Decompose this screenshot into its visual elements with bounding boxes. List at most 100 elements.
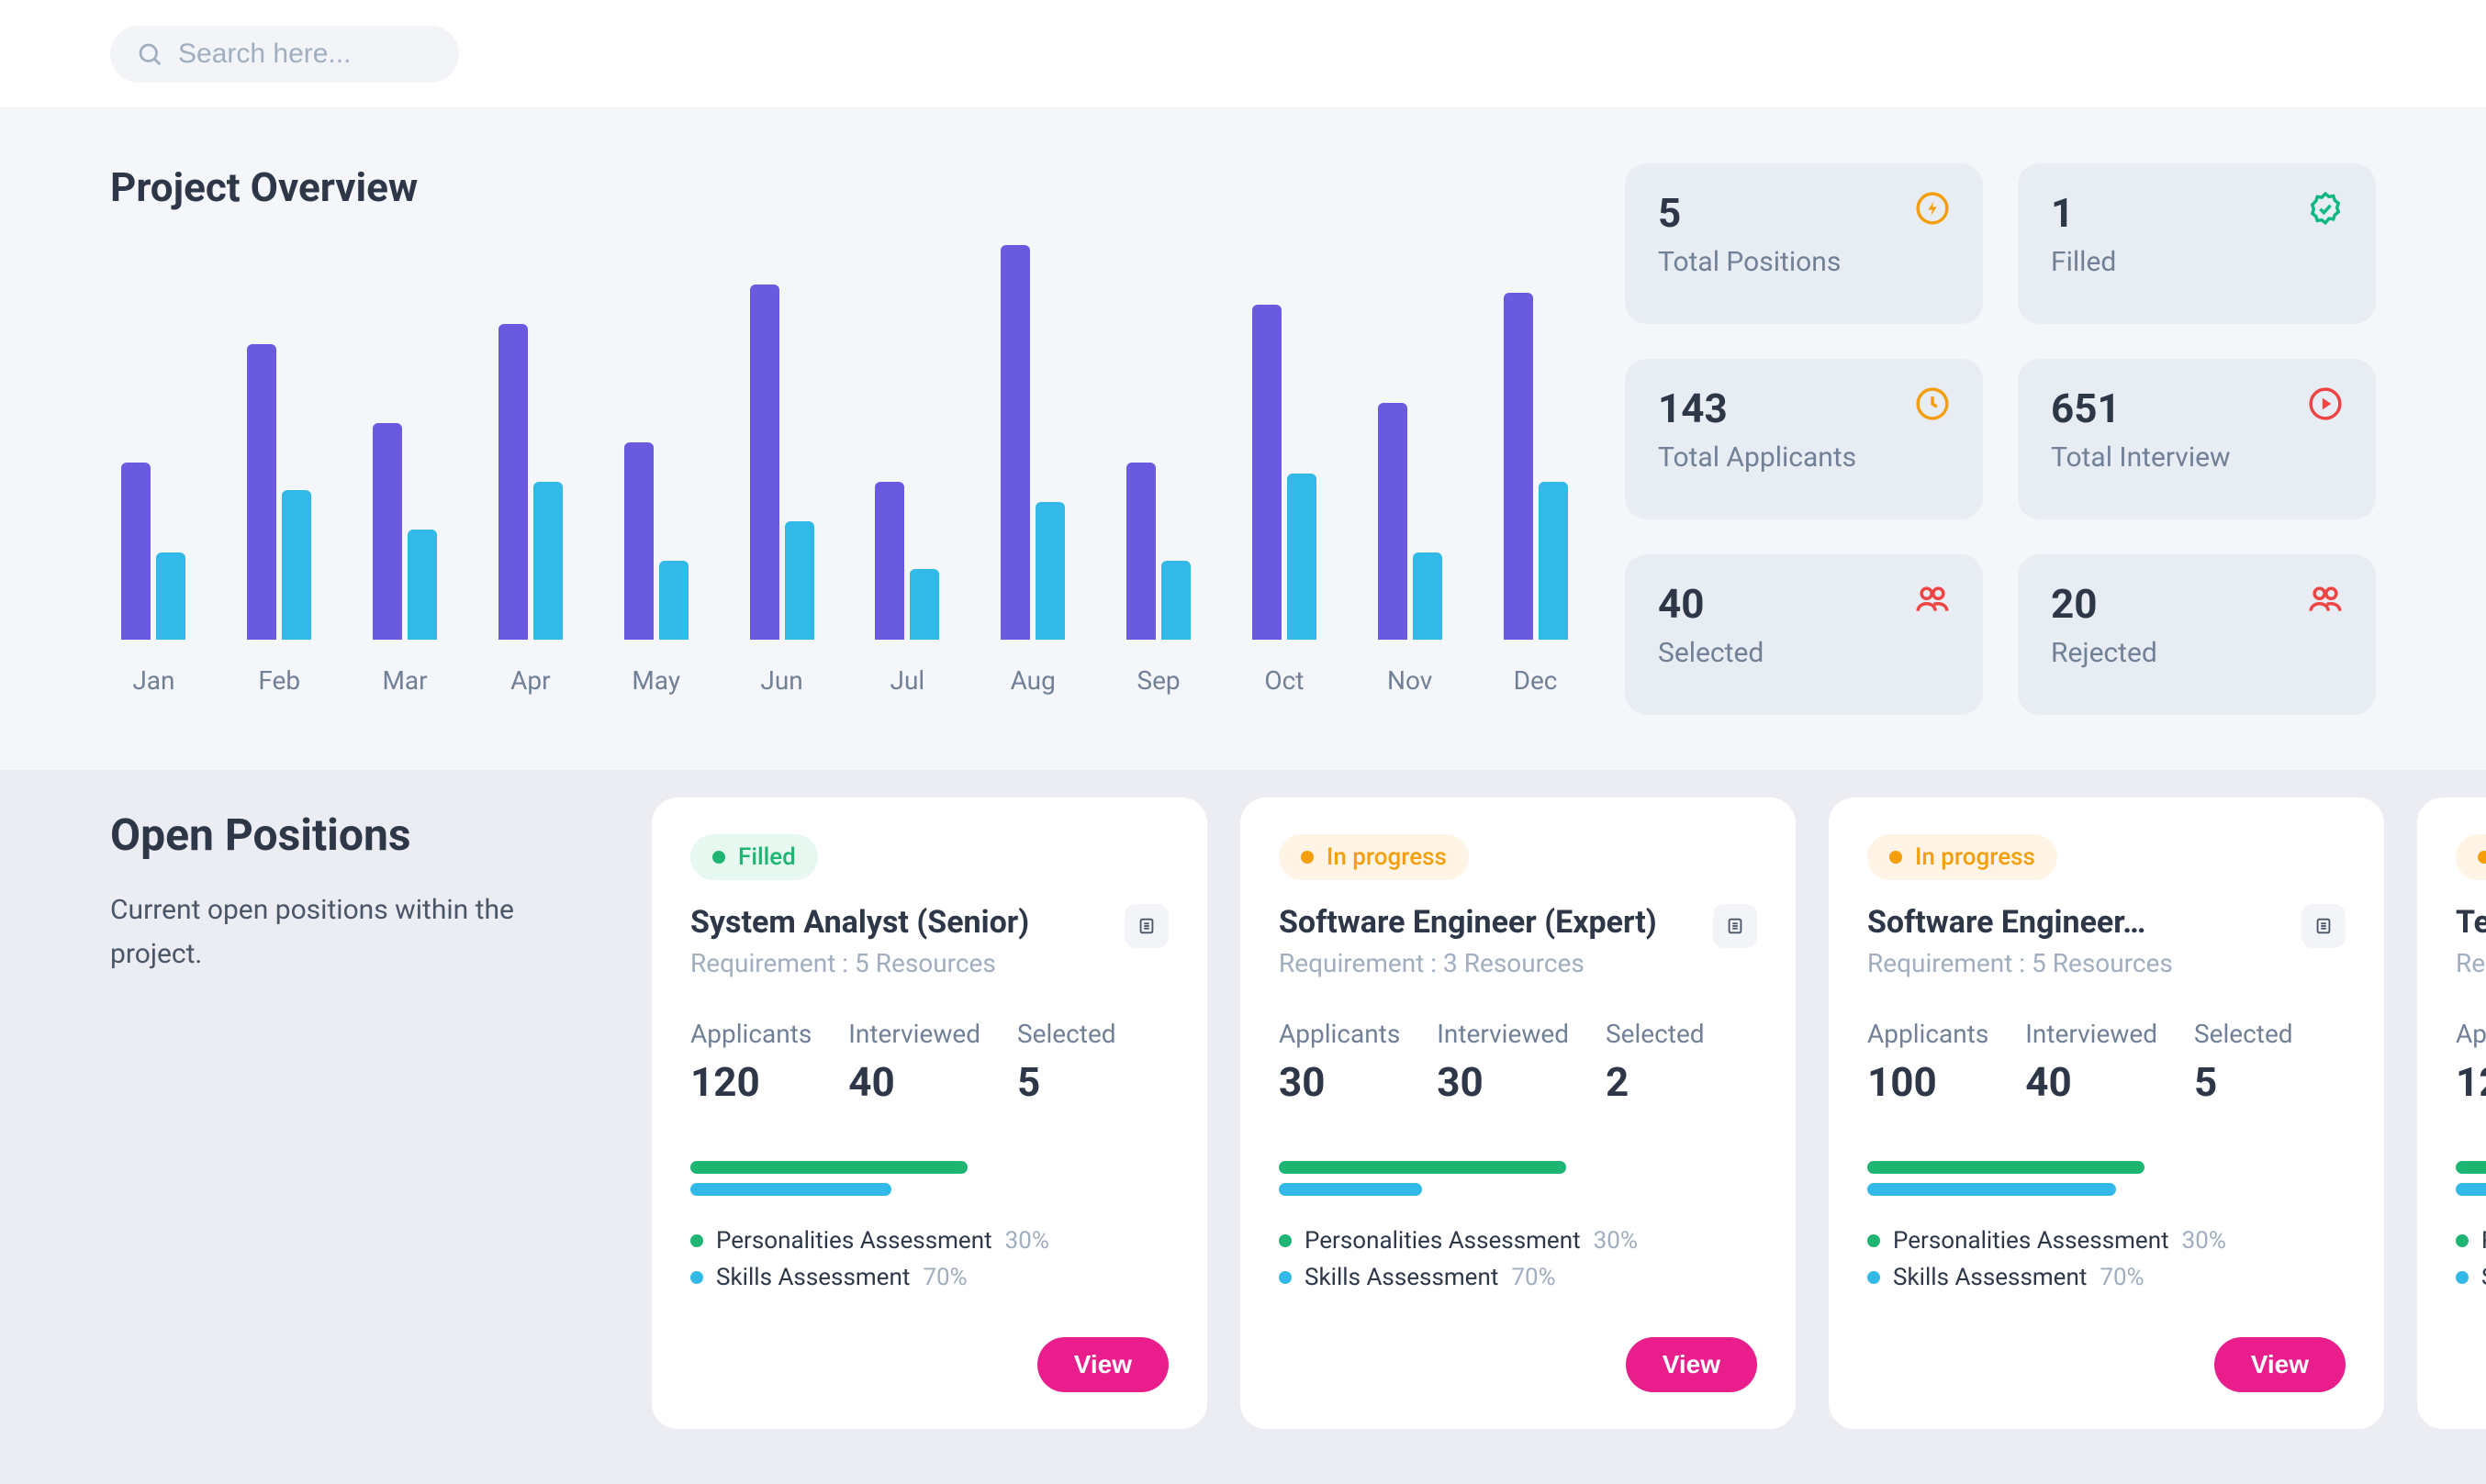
people-icon [2308,582,2343,617]
legend-item: Skills Assessment 70% [690,1264,1169,1291]
progress-bar [690,1161,968,1174]
legend-dot-icon [1279,1271,1292,1284]
bar-group: Dec [1492,245,1579,696]
metric-label: Selected [1606,1019,1705,1049]
bar-primary [1126,463,1156,641]
bar-secondary [1539,482,1568,640]
metric-value: 5 [2194,1058,2293,1106]
legend-name: Skills Assessment [1305,1264,1498,1291]
metric-label: Applicants [690,1019,812,1049]
bar-primary [121,463,151,641]
bar-group: Feb [236,245,323,696]
position-requirement: Requirement : 5 Resources [1867,948,2173,978]
bar-primary [624,442,654,640]
bar-primary [247,344,276,641]
position-title: Software Engineer… [1867,904,2173,941]
view-button[interactable]: View [1626,1337,1757,1392]
bar-label: Feb [258,665,300,696]
stat-card[interactable]: 40 Selected [1625,554,1983,715]
status-badge: In progress [2456,834,2486,880]
legend-name: Skills Assessment [716,1264,910,1291]
stat-card[interactable]: 5 Total Positions [1625,163,1983,324]
bar-label: Nov [1387,665,1432,696]
metric-value: 40 [848,1058,980,1106]
position-requirement: Requirement : [2456,948,2486,978]
bar-primary [1252,305,1282,641]
status-badge: In progress [1279,834,1469,880]
card-menu-button[interactable] [2301,904,2346,948]
legend-item: Personalities Assessment 30% [1867,1227,2346,1255]
view-button[interactable]: View [1037,1337,1169,1392]
progress-bar [1867,1183,2116,1196]
legend-pct: 30% [1005,1227,1049,1255]
status-dot-icon [1889,851,1902,864]
metric-label: Interviewed [848,1019,980,1049]
bar-label: May [632,665,680,696]
card-menu-button[interactable] [1125,904,1169,948]
metric-label: Selected [2194,1019,2293,1049]
bar-label: Oct [1264,665,1304,696]
list-icon [2313,916,2334,936]
bar-group: Jun [738,245,825,696]
bar-group: Oct [1240,245,1327,696]
card-menu-button[interactable] [1713,904,1757,948]
legend-pct: 70% [923,1264,967,1291]
search-bar[interactable] [110,26,459,83]
progress-bars [1867,1161,2346,1205]
bar-primary [1378,403,1407,640]
status-text: Filled [738,843,796,871]
position-title: System Analyst (Senior) [690,904,1029,941]
bar-label: Jan [132,665,174,696]
bar-label: Aug [1011,665,1056,696]
legend-pct: 30% [1594,1227,1638,1255]
bar-secondary [533,482,563,640]
bar-secondary [156,552,185,640]
stat-value: 651 [2051,385,2343,432]
stat-value: 143 [1658,385,1950,432]
position-requirement: Requirement : 5 Resources [690,948,1029,978]
position-card: In progress Software Engineer (Expert) R… [1240,798,1796,1429]
legend-dot-icon [2456,1271,2469,1284]
bar-secondary [785,521,814,640]
legend-item: Skills Assessment 70% [1279,1264,1757,1291]
metric-value: 100 [1867,1058,1988,1106]
stat-value: 1 [2051,189,2343,237]
positions-section: Open Positions Current open positions wi… [0,770,2486,1484]
bar-secondary [282,490,311,640]
bar-label: Apr [510,665,550,696]
view-button[interactable]: View [2214,1337,2346,1392]
metric-label: Interviewed [1437,1019,1569,1049]
progress-bar [2456,1183,2486,1196]
legend-item: Skills Assessment [2456,1264,2486,1291]
metrics-row: Applicants 30 Interviewed 30 Selected 2 [1279,1019,1757,1106]
stat-card[interactable]: 651 Total Interview [2018,359,2376,519]
metric-value: 120 [690,1058,812,1106]
bar-group: Sep [1115,245,1203,696]
bar-primary [750,285,779,640]
search-input[interactable] [178,39,433,70]
positions-description: Current open positions within the projec… [110,888,597,976]
metric-label: Selected [1017,1019,1116,1049]
metric-value: 30 [1437,1058,1569,1106]
legend-pct: 30% [2182,1227,2226,1255]
stat-card[interactable]: 20 Rejected [2018,554,2376,715]
bar-secondary [659,561,689,640]
bar-secondary [910,569,939,640]
stat-card[interactable]: 1 Filled [2018,163,2376,324]
stat-card[interactable]: 143 Total Applicants [1625,359,1983,519]
metrics-row: Applicants 100 Interviewed 40 Selected 5 [1867,1019,2346,1106]
metrics-row: Applicants 120 Interviewed 40 Selected 5 [690,1019,1169,1106]
stat-value: 40 [1658,580,1950,628]
clock-icon [1915,386,1950,421]
position-title: Technical Lead [2456,904,2486,941]
status-text: In progress [1915,843,2035,871]
stat-value: 5 [1658,189,1950,237]
metric-value: 40 [2025,1058,2157,1106]
bar-group: Apr [487,245,574,696]
metric-value: 2 [1606,1058,1705,1106]
stat-label: Filled [2051,246,2343,278]
position-card: In progress Technical Lead Requirement :… [2417,798,2486,1429]
chart-panel: Project Overview JanFebMarAprMayJunJulAu… [110,163,1579,696]
metrics-row: Applicants 120 Interviewed Selected [2456,1019,2486,1106]
position-cards-row: Filled System Analyst (Senior) Requireme… [652,798,2486,1429]
